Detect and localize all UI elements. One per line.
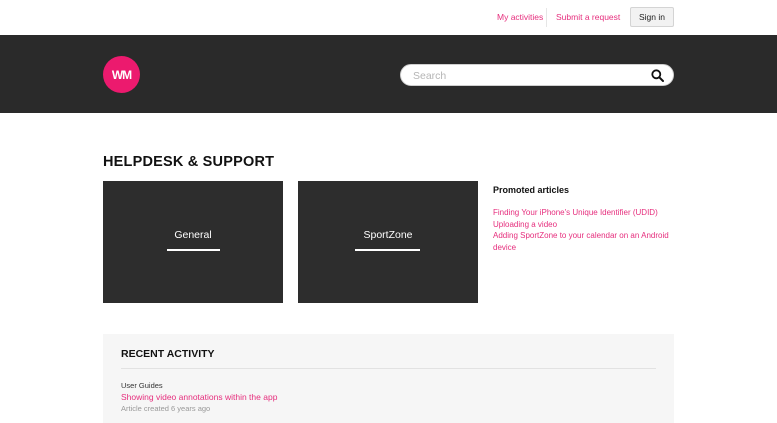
search-box [400, 64, 674, 86]
nav-divider [546, 8, 547, 27]
brand-logo[interactable]: WM [103, 56, 140, 93]
search-icon[interactable] [651, 69, 664, 82]
category-label: SportZone [363, 229, 413, 241]
promoted-articles-heading: Promoted articles [493, 185, 570, 195]
hero-banner: WM [0, 35, 777, 113]
page-title: HELPDESK & SUPPORT [103, 154, 275, 170]
category-label: General [174, 229, 212, 241]
category-tile-sportzone[interactable]: SportZone [298, 181, 478, 303]
top-navigation-bar: My activities Submit a request Sign in [0, 0, 777, 35]
activity-meta: Article created 6 years ago [121, 404, 211, 413]
recent-activity-divider [121, 368, 656, 369]
category-tile-general[interactable]: General [103, 181, 283, 303]
promoted-article-link[interactable]: Finding Your iPhone's Unique Identifier … [493, 207, 673, 219]
recent-activity-heading: RECENT ACTIVITY [121, 348, 215, 360]
recent-activity-panel: RECENT ACTIVITY User Guides Showing vide… [103, 334, 674, 423]
sign-in-button[interactable]: Sign in [630, 7, 674, 27]
search-input[interactable] [413, 68, 641, 83]
promoted-article-link[interactable]: Adding SportZone to your calendar on an … [493, 230, 673, 253]
submit-request-link[interactable]: Submit a request [556, 12, 620, 22]
my-activities-link[interactable]: My activities [497, 12, 543, 22]
activity-section-link[interactable]: User Guides [121, 381, 163, 390]
promoted-article-link[interactable]: Uploading a video [493, 219, 673, 231]
category-underline [167, 249, 220, 251]
promoted-articles-list: Finding Your iPhone's Unique Identifier … [493, 207, 673, 253]
category-underline [355, 249, 420, 251]
activity-article-link[interactable]: Showing video annotations within the app [121, 392, 277, 402]
